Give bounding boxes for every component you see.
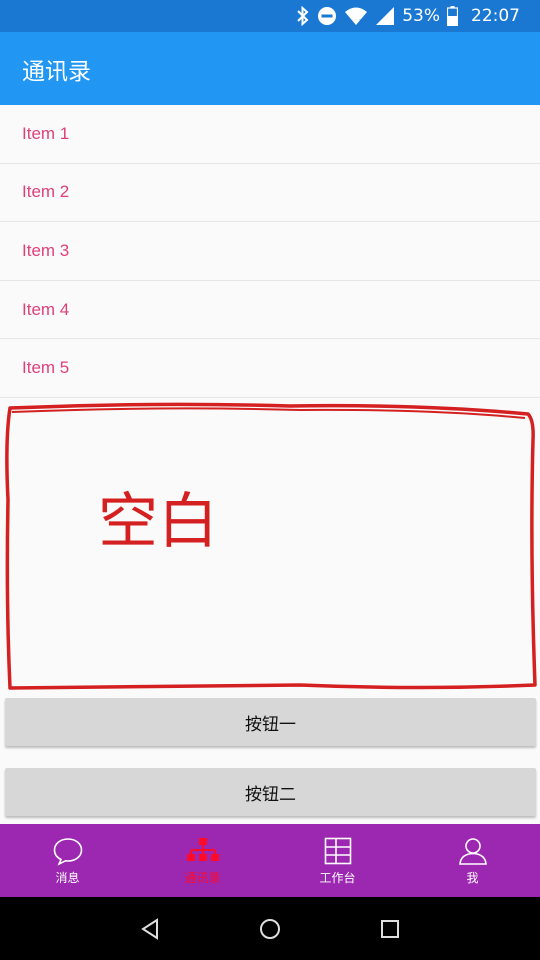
nav-item-workbench[interactable]: 工作台 xyxy=(270,824,405,897)
nav-label: 我 xyxy=(466,870,479,885)
annotation-frame: 空白 xyxy=(5,402,537,690)
person-icon xyxy=(458,837,487,865)
list-item[interactable]: Item 4 xyxy=(0,281,540,340)
battery-percent: 53% xyxy=(402,6,440,26)
org-chart-icon xyxy=(186,837,219,861)
grid-icon xyxy=(324,837,351,864)
button-one[interactable]: 按钮一 xyxy=(5,698,536,746)
list-item-label: Item 2 xyxy=(22,182,70,202)
nav-label: 消息 xyxy=(55,870,80,885)
home-icon[interactable] xyxy=(259,918,281,940)
contact-list: Item 1 Item 2 Item 3 Item 4 Item 5 xyxy=(0,105,540,398)
list-item[interactable]: Item 1 xyxy=(0,105,540,164)
nav-item-contacts[interactable]: 通讯录 xyxy=(135,824,270,897)
page-title: 通讯录 xyxy=(22,58,91,85)
nav-label: 工作台 xyxy=(319,870,356,885)
back-icon[interactable] xyxy=(140,917,160,940)
list-item[interactable]: Item 3 xyxy=(0,222,540,281)
list-item[interactable]: Item 5 xyxy=(0,339,540,398)
list-item[interactable]: Item 2 xyxy=(0,164,540,223)
bluetooth-icon xyxy=(297,6,309,26)
list-item-label: Item 4 xyxy=(22,299,70,319)
button-two[interactable]: 按钮二 xyxy=(5,768,536,816)
status-bar: x 53% 22:07 xyxy=(0,0,540,32)
recents-icon[interactable] xyxy=(380,919,400,939)
app-bar: 通讯录 xyxy=(0,32,540,105)
chat-bubble-icon xyxy=(53,837,82,866)
list-item-label: Item 1 xyxy=(22,123,70,143)
nav-item-messages[interactable]: 消息 xyxy=(0,824,135,897)
bottom-navigation: 消息 通讯录 工作台 我 xyxy=(0,824,540,897)
annotation-text: 空白 xyxy=(98,487,218,557)
list-item-label: Item 5 xyxy=(22,358,70,378)
blank-area: 空白 xyxy=(0,400,540,695)
nav-label: 通讯录 xyxy=(184,870,221,885)
nav-item-me[interactable]: 我 xyxy=(405,824,540,897)
battery-icon xyxy=(447,6,458,26)
system-nav-bar xyxy=(0,897,540,960)
status-time: 22:07 xyxy=(471,6,520,26)
signal-icon xyxy=(376,7,395,25)
do-not-disturb-icon xyxy=(318,7,337,25)
wifi-icon: x xyxy=(345,7,368,26)
svg-text:x: x xyxy=(359,17,364,26)
list-item-label: Item 3 xyxy=(22,240,70,260)
